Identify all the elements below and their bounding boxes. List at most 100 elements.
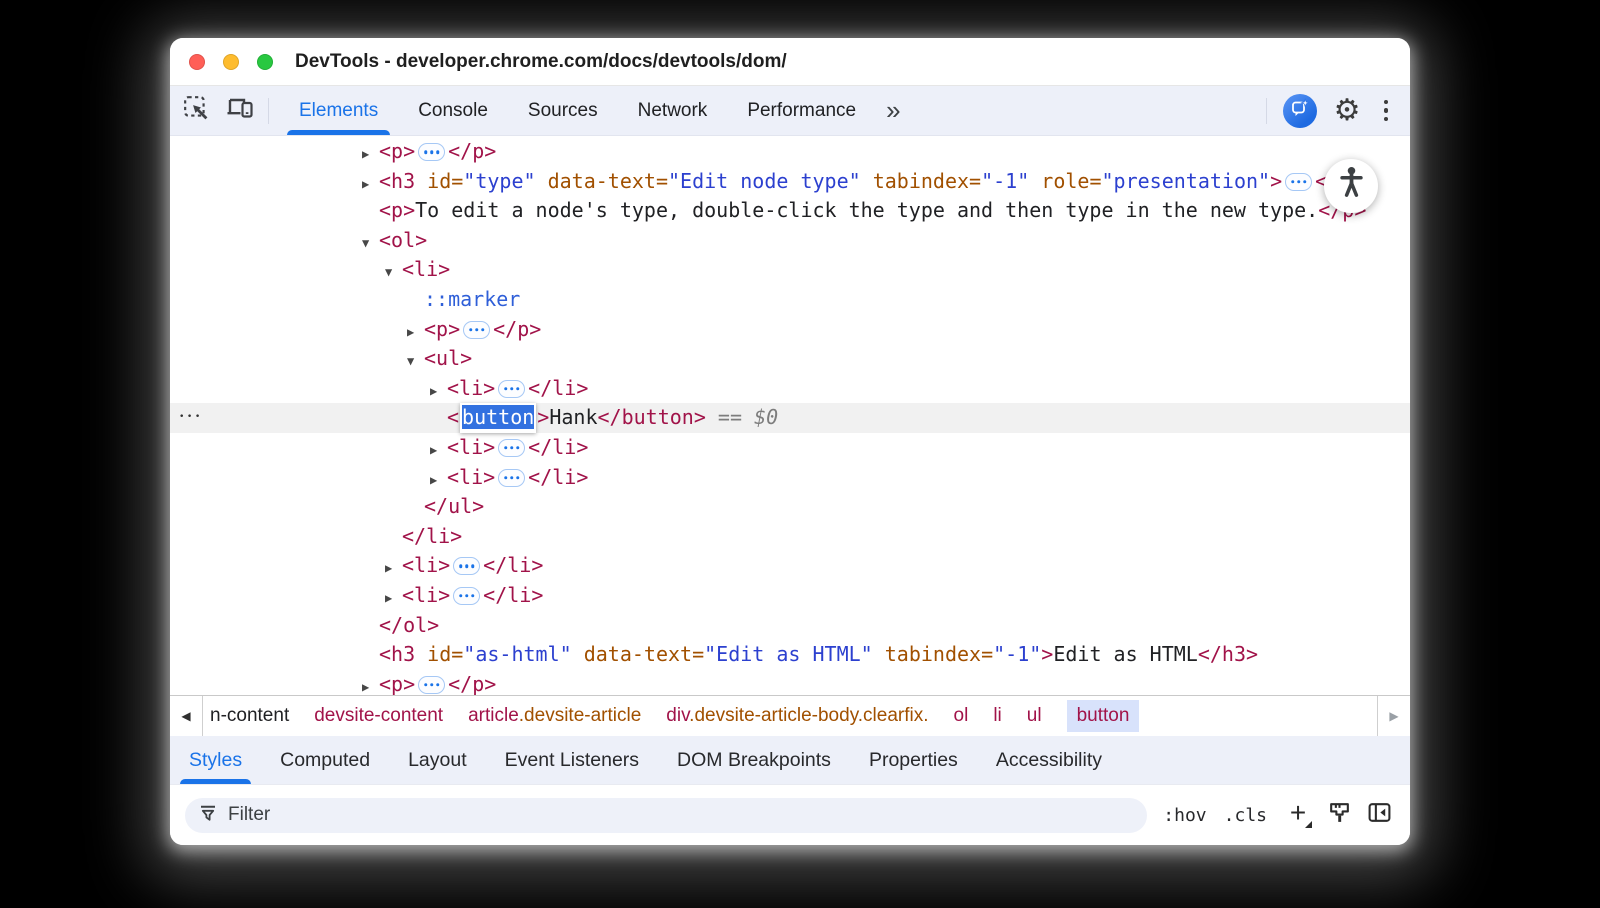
minimize-button[interactable] — [223, 54, 239, 70]
dom-tree-row[interactable]: </li> — [170, 522, 1410, 552]
tab-console[interactable]: Console — [398, 86, 508, 135]
expand-arrow-icon[interactable]: ▼ — [385, 258, 402, 288]
customize-devtools-menu-icon[interactable] — [1380, 96, 1393, 126]
tab-performance[interactable]: Performance — [727, 86, 876, 135]
dom-tree-row[interactable]: ▶<p></p> — [170, 315, 1410, 345]
collapse-arrow-icon[interactable]: ▶ — [407, 318, 424, 348]
expand-children-badge-icon[interactable] — [453, 587, 480, 605]
dom-tree-row[interactable]: ▶<p></p> — [170, 137, 1410, 167]
new-style-rule-button[interactable]: + — [1284, 800, 1312, 830]
tag-token: </ul> — [424, 494, 484, 518]
collapse-arrow-icon[interactable]: ▶ — [385, 554, 402, 584]
dom-tree-row[interactable]: ▶<li></li> — [170, 581, 1410, 611]
dom-tree-row[interactable]: <p>To edit a node's type, double-click t… — [170, 196, 1410, 226]
breadcrumb-item[interactable]: devsite-content — [314, 705, 443, 727]
collapse-arrow-icon[interactable]: ▶ — [430, 377, 447, 407]
collapse-arrow-icon[interactable]: ▶ — [385, 584, 402, 614]
settings-gear-icon[interactable]: ⚙ — [1334, 96, 1361, 126]
breadcrumb-scroll-left-button[interactable]: ◀ — [170, 696, 203, 736]
dom-tree-row[interactable]: •••<button>Hank</button> == $0 — [170, 403, 1410, 433]
breadcrumb-item[interactable]: button — [1067, 700, 1140, 732]
dom-tree-row[interactable]: ▶<p></p> — [170, 670, 1410, 695]
element-classes-button[interactable]: .cls — [1224, 805, 1267, 826]
dom-tree-row[interactable]: ▶<li></li> — [170, 433, 1410, 463]
sidebar-tab-properties[interactable]: Properties — [850, 736, 977, 784]
dom-tree-row[interactable]: ▶<li> </li> — [170, 374, 1410, 404]
sidebar-tab-styles[interactable]: Styles — [170, 736, 261, 784]
tab-elements[interactable]: Elements — [279, 86, 398, 135]
expand-children-badge-icon[interactable] — [1285, 173, 1312, 191]
expand-arrow-icon[interactable]: ▼ — [362, 229, 379, 259]
dom-tree-row[interactable]: ▶<li></li> — [170, 463, 1410, 493]
tag-token: </li> — [528, 465, 588, 489]
breadcrumb-scroll-right-button[interactable]: ▶ — [1377, 696, 1410, 736]
dom-tree-row[interactable]: ▶<li></li> — [170, 551, 1410, 581]
collapse-arrow-icon[interactable]: ▶ — [362, 140, 379, 170]
dom-tree-row[interactable]: </ul> — [170, 492, 1410, 522]
collapse-arrow-icon[interactable]: ▶ — [362, 170, 379, 200]
device-toolbar-button[interactable] — [222, 93, 258, 129]
tag-token: <ul> — [424, 346, 472, 370]
expand-children-badge-icon[interactable] — [498, 380, 525, 398]
tag-token: > — [537, 405, 549, 429]
dom-tree-row[interactable]: ▼<ol> — [170, 226, 1410, 256]
dom-tree-row[interactable]: ::marker — [170, 285, 1410, 315]
breadcrumb-item[interactable]: ol — [954, 705, 969, 727]
toolbar-right: ⚙ — [1264, 94, 1410, 128]
console-variable-token: $0 — [754, 405, 778, 429]
crumb-segment: div — [666, 705, 689, 726]
crumb-segment: .devsite-article — [519, 705, 642, 726]
dom-tree-row[interactable]: ▶<h3 id="type" data-text="Edit node type… — [170, 167, 1410, 197]
toggle-element-state-button[interactable]: :hov — [1163, 805, 1206, 826]
tab-network[interactable]: Network — [618, 86, 728, 135]
expand-children-badge-icon[interactable] — [453, 557, 480, 575]
more-tabs-button[interactable]: » — [876, 95, 908, 126]
expand-children-badge-icon[interactable] — [498, 439, 525, 457]
tag-name-edit-box[interactable]: button — [460, 403, 536, 433]
accessibility-cursor-overlay — [1324, 159, 1378, 213]
tag-token: </li> — [528, 376, 588, 400]
filter-input[interactable] — [228, 804, 1134, 826]
rendering-emulation-button[interactable] — [1327, 800, 1352, 830]
maximize-button[interactable] — [257, 54, 273, 70]
sidebar-tab-accessibility[interactable]: Accessibility — [977, 736, 1121, 784]
dom-tree-row[interactable]: ▼<ul> — [170, 344, 1410, 374]
breadcrumb-item[interactable]: li — [993, 705, 1001, 727]
breadcrumb-item[interactable]: article.devsite-article — [468, 705, 641, 727]
expand-children-badge-icon[interactable] — [418, 143, 445, 161]
ai-assistance-button[interactable] — [1283, 94, 1317, 128]
close-button[interactable] — [189, 54, 205, 70]
breadcrumb-item[interactable]: div.devsite-article-body.clearfix. — [666, 705, 928, 727]
breadcrumb-item[interactable]: ul — [1027, 705, 1042, 727]
sidebar-tab-computed[interactable]: Computed — [261, 736, 389, 784]
devtools-window: DevTools - developer.chrome.com/docs/dev… — [170, 38, 1410, 845]
sidebar-tab-event-listeners[interactable]: Event Listeners — [486, 736, 658, 784]
dom-tree-row[interactable]: </ol> — [170, 611, 1410, 641]
tag-token: </li> — [483, 583, 543, 607]
attribute-name-token: id= — [415, 642, 463, 666]
tag-token: </li> — [402, 524, 462, 548]
dom-tree-row[interactable]: ▼<li> — [170, 255, 1410, 285]
crumb-segment: li — [993, 705, 1001, 726]
paint-brush-icon — [1327, 800, 1352, 830]
inspect-element-button[interactable] — [178, 93, 214, 129]
collapse-arrow-icon[interactable]: ▶ — [430, 466, 447, 496]
breadcrumb-item[interactable]: n-content — [210, 705, 289, 727]
title-bar: DevTools - developer.chrome.com/docs/dev… — [170, 38, 1410, 86]
sidebar-tab-dom-breakpoints[interactable]: DOM Breakpoints — [658, 736, 850, 784]
tag-token: <p> — [379, 672, 415, 695]
expand-children-badge-icon[interactable] — [498, 469, 525, 487]
tag-token: <li> — [447, 376, 495, 400]
styles-filter-field[interactable] — [185, 798, 1147, 833]
collapse-arrow-icon[interactable]: ▶ — [362, 673, 379, 695]
collapse-arrow-icon[interactable]: ▶ — [430, 436, 447, 466]
toggle-sidebar-button[interactable] — [1367, 800, 1392, 830]
dom-tree-row[interactable]: <h3 id="as-html" data-text="Edit as HTML… — [170, 640, 1410, 670]
expand-children-badge-icon[interactable] — [463, 321, 490, 339]
tab-sources[interactable]: Sources — [508, 86, 618, 135]
expand-arrow-icon[interactable]: ▼ — [407, 347, 424, 377]
sidebar-tab-layout[interactable]: Layout — [389, 736, 486, 784]
accessibility-person-icon — [1338, 166, 1365, 206]
attribute-name-token: id= — [415, 169, 463, 193]
expand-children-badge-icon[interactable] — [418, 676, 445, 694]
